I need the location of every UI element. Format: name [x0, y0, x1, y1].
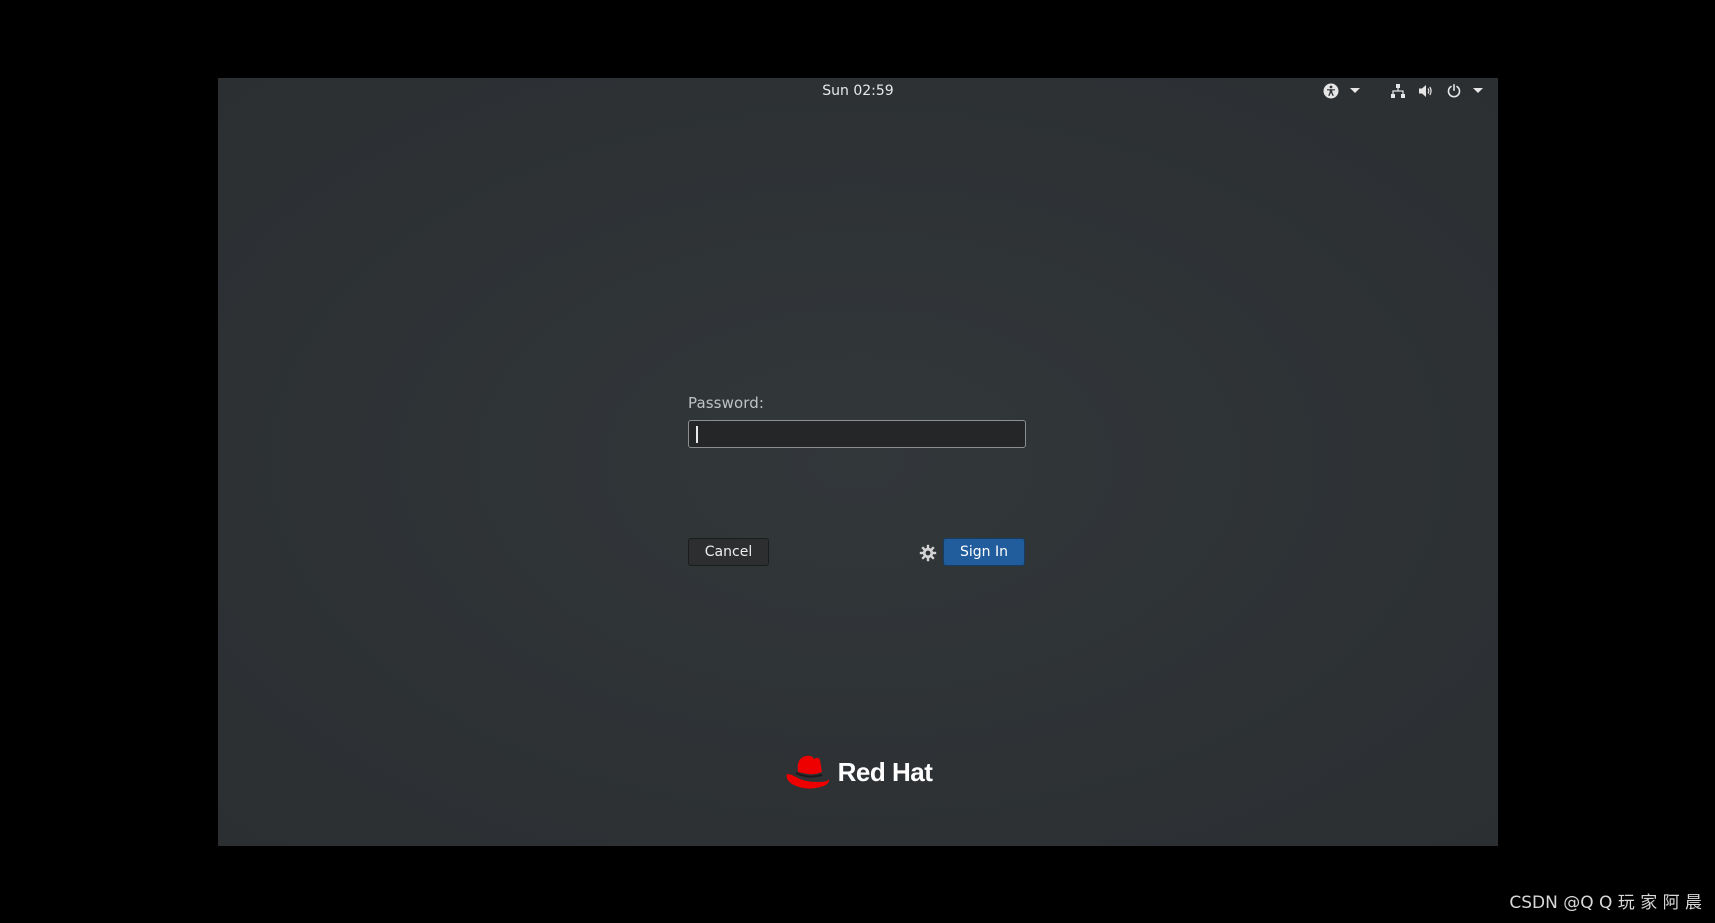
accessibility-icon [1322, 82, 1340, 100]
top-bar: Sun 02:59 [218, 78, 1498, 104]
login-buttons: Cancel Sign In [688, 538, 1026, 568]
chevron-down-icon [1469, 82, 1487, 100]
watermark: CSDN @Q Q 玩 家 阿 晨 [1509, 893, 1702, 913]
clock[interactable]: Sun 02:59 [218, 83, 1498, 99]
accessibility-menu[interactable] [1322, 82, 1364, 100]
volume-icon [1417, 82, 1435, 100]
brand-name: Red Hat [837, 756, 933, 787]
network-wired-icon [1389, 82, 1407, 100]
cancel-button[interactable]: Cancel [688, 538, 769, 566]
red-hat-logo-icon [784, 752, 832, 792]
text-cursor [696, 426, 698, 443]
login-form: Password: [688, 394, 1026, 448]
brand-logo: Red Hat [218, 752, 1498, 792]
gear-icon[interactable] [919, 544, 937, 562]
password-input[interactable] [688, 420, 1026, 448]
password-label: Password: [688, 394, 765, 412]
system-status-menu[interactable] [1389, 82, 1487, 100]
chevron-down-icon [1346, 82, 1364, 100]
sign-in-button[interactable]: Sign In [943, 538, 1025, 566]
login-screen: Sun 02:59 Password: Cancel Sign In Red H… [218, 78, 1498, 846]
power-icon [1445, 82, 1463, 100]
